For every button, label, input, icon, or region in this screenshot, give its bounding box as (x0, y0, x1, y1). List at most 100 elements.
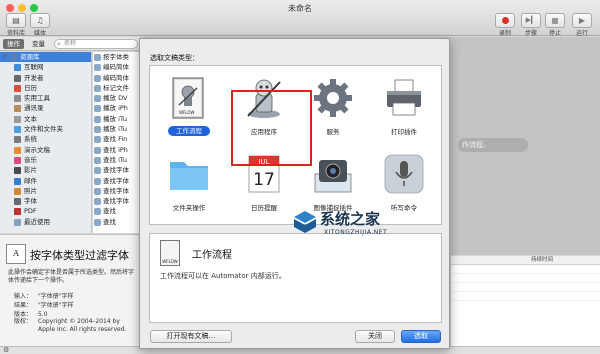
action-item[interactable]: 查找字体 (93, 165, 140, 175)
action-label: 查找字体 (103, 197, 129, 206)
category-item[interactable]: 文本 (0, 114, 91, 124)
run-icon: ▶ (578, 16, 586, 25)
stop-label: 停止 (548, 30, 561, 37)
category-item[interactable]: 文件和文件夹 (0, 124, 91, 134)
category-label: 字体 (24, 197, 37, 206)
category-icon (14, 177, 21, 185)
document-type-sheet: 选取文稿类型： WFLOW 工作流程 应用程序 服务 打印插件 文件夹操作 JU… (139, 38, 450, 349)
action-item[interactable]: 查找 (93, 206, 140, 216)
duration-column-header[interactable]: 持续时间 (531, 256, 553, 265)
action-list[interactable]: 按字体类 编码简体 编码简体 标记文件 播放 DV 播放 iPh 播放 iTu 播放 iTu 查… (93, 52, 140, 233)
category-item[interactable]: 开发者 (0, 73, 91, 83)
open-existing-button[interactable]: 打开现有文稿… (150, 330, 232, 343)
category-item[interactable]: 最近使用 (0, 217, 91, 227)
type-folder-action[interactable]: 文件夹操作 (154, 146, 224, 224)
category-item[interactable]: 音乐 (0, 155, 91, 165)
workflow-drop-hint: 作流程。 (458, 138, 528, 152)
document-type-grid[interactable]: WFLOW 工作流程 应用程序 服务 打印插件 文件夹操作 JUL 17 日历提… (149, 65, 442, 225)
watermark-title: 系统之家 (320, 210, 381, 228)
type-workflow[interactable]: WFLOW 工作流程 (154, 70, 224, 148)
action-icon (94, 167, 101, 175)
category-item[interactable]: PDF (0, 206, 91, 216)
category-item[interactable]: 邮件 (0, 176, 91, 186)
category-item[interactable]: 演示文稿 (0, 145, 91, 155)
category-item[interactable]: 日历 (0, 83, 91, 93)
category-label: 邮件 (24, 176, 37, 185)
action-label: 查找字体 (103, 176, 129, 185)
category-label: 文件和文件夹 (24, 125, 63, 134)
step-button[interactable]: ▶▎ (521, 13, 541, 28)
record-button[interactable] (495, 13, 515, 28)
category-item[interactable]: 字体 (0, 196, 91, 206)
tab-actions[interactable]: 操作 (3, 39, 24, 49)
action-label: 标记文件 (103, 83, 129, 92)
action-item[interactable]: 按字体类 (93, 52, 140, 62)
category-item[interactable]: ▼ 资源库 (0, 52, 91, 63)
action-item[interactable]: 查找 iTu (93, 155, 140, 165)
library-search-input[interactable]: ⌕ 名称 (54, 39, 138, 49)
action-item[interactable]: 查找 Fin (93, 134, 140, 144)
category-item[interactable]: 照片 (0, 186, 91, 196)
category-label: 互联网 (24, 63, 44, 72)
action-label: 播放 DV (103, 94, 128, 103)
action-item[interactable]: 播放 iPh (93, 103, 140, 113)
action-item[interactable]: 播放 iTu (93, 114, 140, 124)
action-item[interactable]: 查找 (93, 217, 140, 227)
calendar-day: 17 (253, 170, 275, 190)
action-label: 播放 iPh (103, 104, 128, 113)
disclosure-triangle-icon[interactable]: ▼ (3, 52, 7, 62)
action-item[interactable]: 查找字体 (93, 196, 140, 206)
action-item[interactable]: 查找 iPh (93, 145, 140, 155)
library-search-placeholder: 名称 (64, 40, 77, 47)
category-icon (14, 208, 21, 216)
choose-button[interactable]: 选取 (401, 330, 441, 343)
window-titlebar: 未命名 ▤ 资料库 ♫ 媒体 录制 ▶▎ 步骤 停止 ▶ 运行 (0, 0, 600, 37)
dictation-icon (384, 154, 424, 194)
action-label: 按字体类 (103, 53, 129, 61)
category-item[interactable]: 影片 (0, 165, 91, 175)
category-item[interactable]: 通讯录 (0, 103, 91, 113)
workflow-icon-caption: WFLOW (179, 110, 195, 115)
action-icon (94, 177, 101, 185)
action-item[interactable]: 查找字体 (93, 186, 140, 196)
log-row (451, 292, 600, 301)
font-action-icon: A (6, 244, 26, 264)
workflow-icon: WFLOW (160, 240, 180, 266)
watermark-subtitle: XITONGZHIJIA.NET (324, 229, 388, 236)
log-pane: 持续时间 (450, 256, 600, 346)
library-icon: ▤ (12, 16, 20, 25)
gear-icon[interactable]: ⚙ (3, 346, 9, 354)
category-label: 照片 (24, 186, 37, 195)
action-item[interactable]: 标记文件 (93, 83, 140, 93)
media-icon: ♫ (36, 16, 44, 25)
media-button[interactable]: ♫ (30, 13, 50, 28)
type-label: 打印插件 (391, 128, 417, 136)
action-icon (94, 218, 101, 226)
category-label: 最近使用 (24, 217, 50, 226)
action-item[interactable]: 编码简体 (93, 73, 140, 83)
library-toggle-button[interactable]: ▤ (6, 13, 26, 28)
action-label: 编码简体 (103, 73, 129, 82)
action-item[interactable]: 编码简体 (93, 62, 140, 72)
stop-button[interactable] (545, 13, 565, 28)
category-item[interactable]: 系统 (0, 134, 91, 144)
action-icon (94, 95, 101, 103)
category-list[interactable]: ▼ 资源库 互联网 开发者 日历 实用工具 通讯录 文本 文件和文件夹 系统 演示文稿 音乐 影片 邮件照… (0, 52, 92, 233)
step-icon: ▶▎ (525, 16, 537, 24)
log-row (451, 274, 600, 283)
description-version: 版本： 5.0 (13, 311, 48, 318)
type-label: 文件夹操作 (172, 204, 206, 212)
category-item[interactable]: 实用工具 (0, 93, 91, 103)
run-button[interactable]: ▶ (572, 13, 592, 28)
description-input: 输入： "字体册"字样 (13, 293, 74, 300)
action-item[interactable]: 播放 DV (93, 93, 140, 103)
action-item[interactable]: 播放 iTu (93, 124, 140, 134)
category-icon (14, 74, 21, 82)
action-item[interactable]: 查找字体 (93, 176, 140, 186)
tab-variables[interactable]: 变量 (28, 39, 49, 49)
action-label: 查找 iTu (103, 155, 127, 164)
action-icon (94, 64, 101, 72)
close-button[interactable]: 关闭 (355, 330, 395, 343)
category-item[interactable]: 互联网 (0, 62, 91, 72)
type-print-plugin[interactable]: 打印插件 (369, 70, 439, 148)
